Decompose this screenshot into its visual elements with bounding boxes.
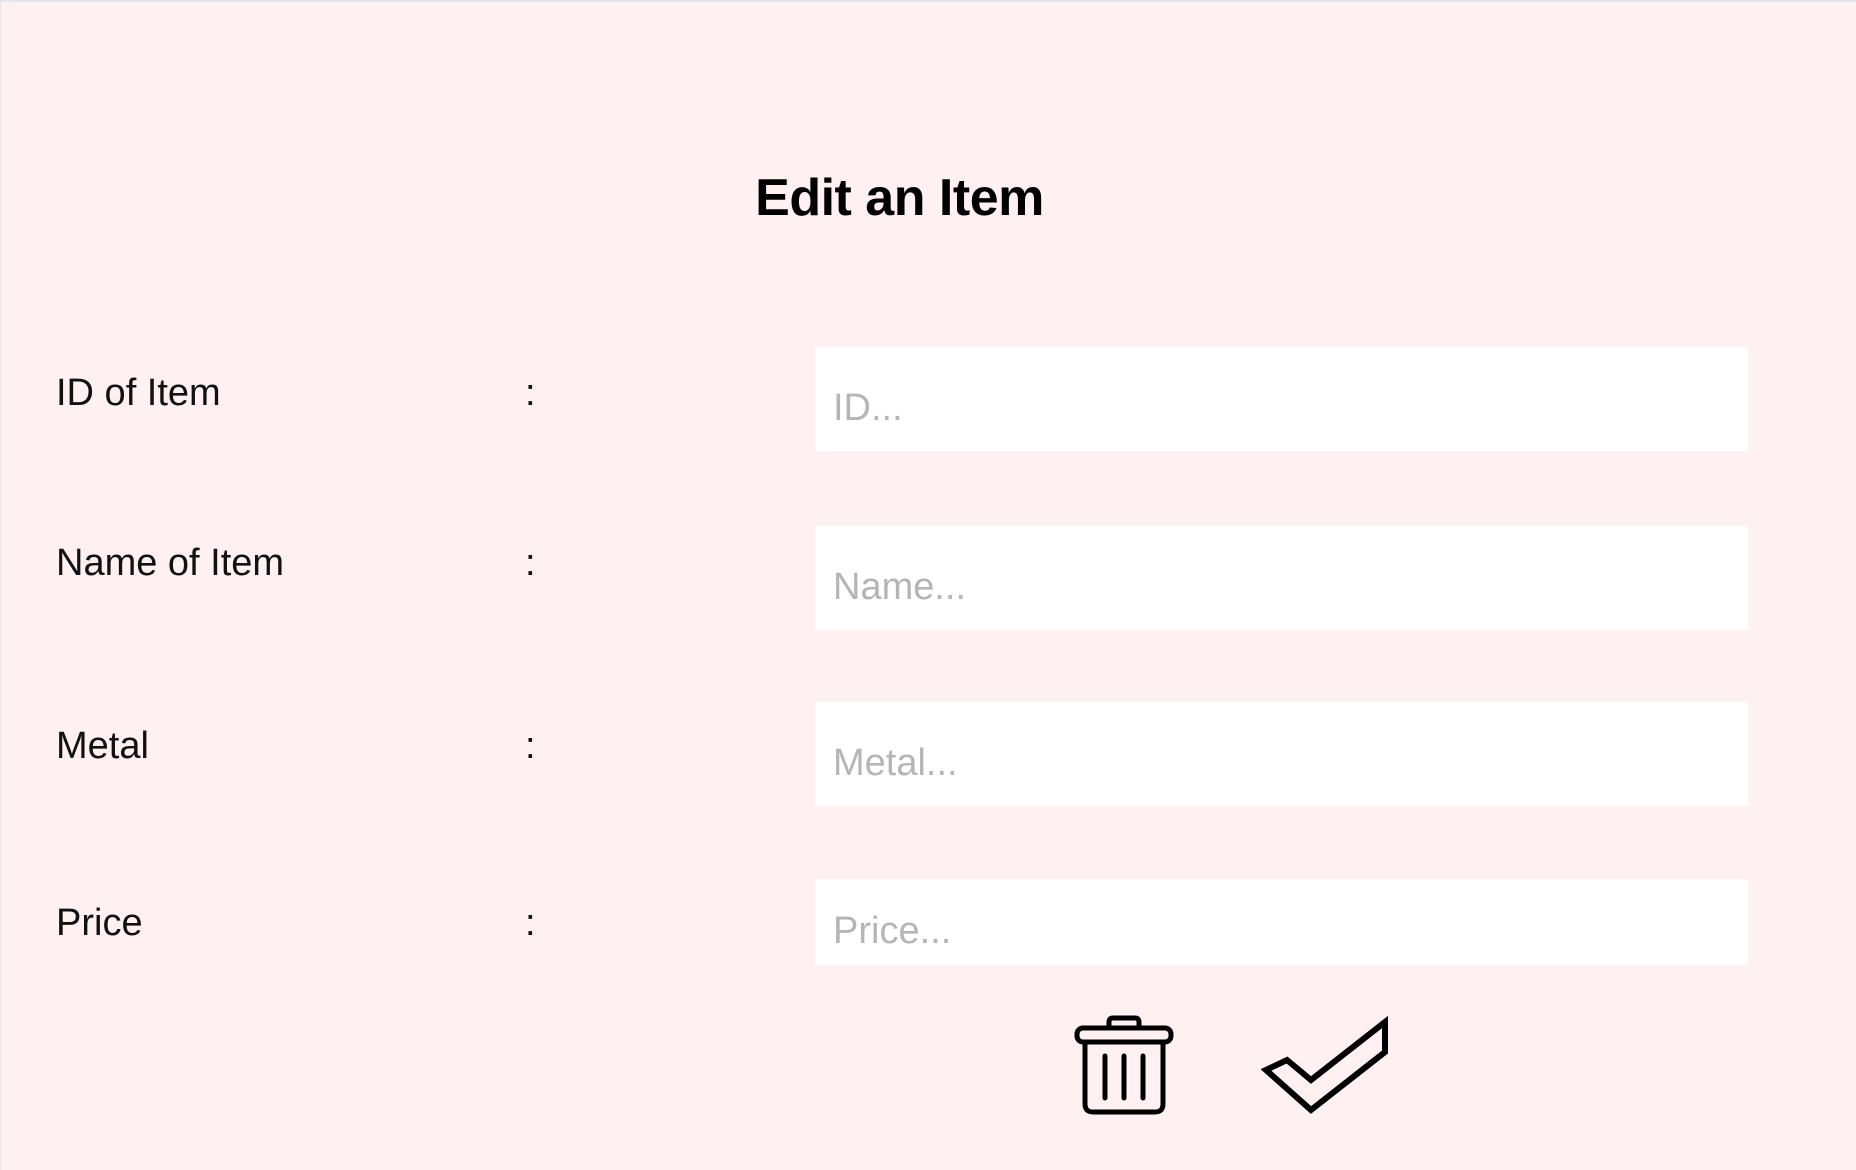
delete-button[interactable] bbox=[1071, 1014, 1177, 1116]
checkmark-icon bbox=[1260, 1015, 1388, 1114]
name-label: Name of Item bbox=[56, 542, 285, 584]
metal-input[interactable] bbox=[815, 702, 1748, 806]
id-colon: : bbox=[525, 372, 536, 414]
id-input[interactable] bbox=[815, 347, 1748, 451]
price-label: Price bbox=[56, 902, 143, 944]
trash-icon bbox=[1074, 1015, 1174, 1115]
price-input[interactable] bbox=[815, 879, 1748, 965]
name-input[interactable] bbox=[815, 526, 1748, 630]
metal-label: Metal bbox=[56, 725, 149, 767]
name-colon: : bbox=[525, 542, 536, 584]
confirm-button[interactable] bbox=[1260, 1014, 1391, 1116]
edit-item-screen: Edit an Item ID of Item : Name of Item :… bbox=[0, 0, 1856, 1170]
id-label: ID of Item bbox=[56, 372, 221, 414]
metal-colon: : bbox=[525, 725, 536, 767]
page-title: Edit an Item bbox=[755, 169, 1044, 227]
price-colon: : bbox=[525, 902, 536, 944]
